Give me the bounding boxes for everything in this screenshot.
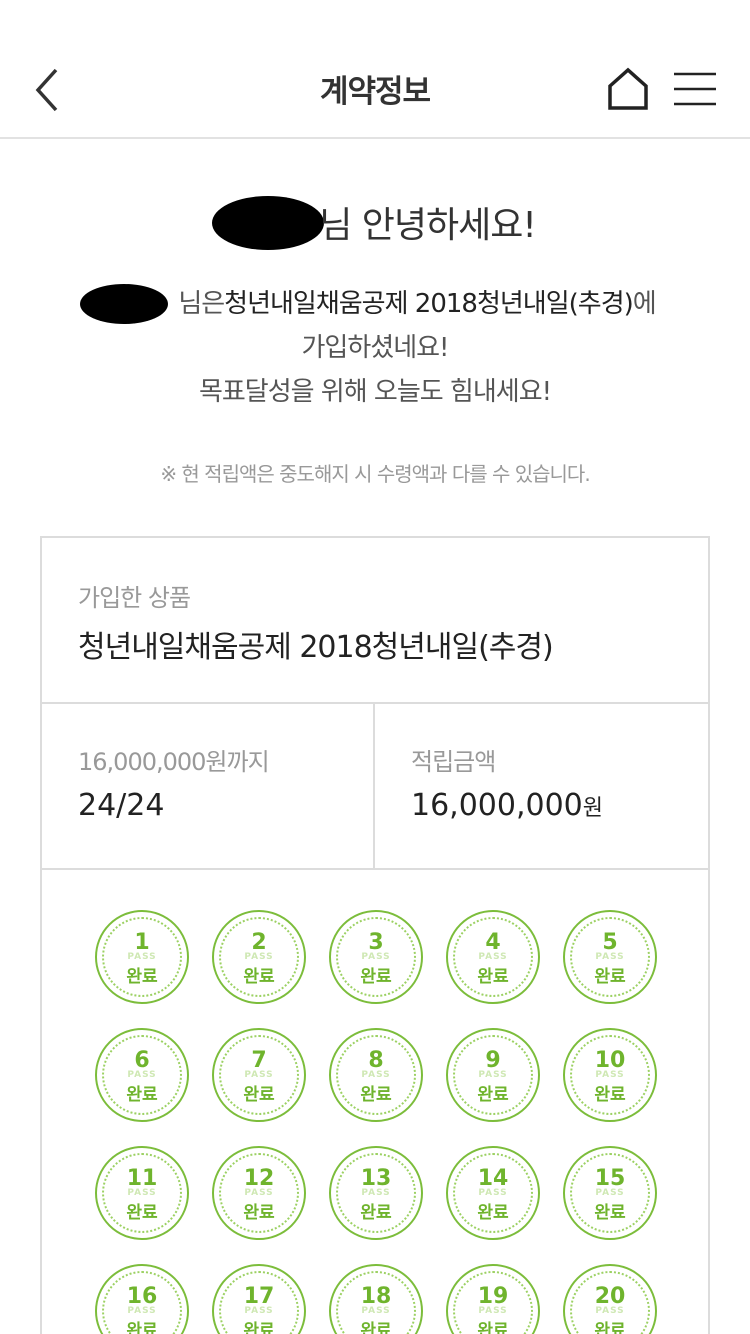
stats-section: 16,000,000원까지 24/24 적립금액 16,000,000원 xyxy=(42,704,708,870)
payment-stamp: 12 PASS 완료 xyxy=(212,1146,306,1240)
payment-stamp: 13 PASS 완료 xyxy=(329,1146,423,1240)
stamp-watermark: PASS xyxy=(478,1070,508,1080)
saved-amount-cell: 적립금액 16,000,000원 xyxy=(375,704,708,868)
intro-line1-prefix: 님은 xyxy=(178,289,225,319)
stamp-status: 완료 xyxy=(477,1321,509,1334)
stamp-status: 완료 xyxy=(594,1203,626,1223)
saved-amount-value: 16,000,000원 xyxy=(411,788,603,823)
payment-stamp: 1 PASS 완료 xyxy=(95,910,189,1004)
payment-stamp: 7 PASS 완료 xyxy=(212,1028,306,1122)
stamp-status: 완료 xyxy=(126,967,158,987)
payment-progress-value: 24/24 xyxy=(78,788,165,823)
hamburger-menu-icon xyxy=(674,72,716,106)
payment-stamps-grid: 1 PASS 완료 2 PASS 완료 3 PASS 완료 4 PASS 완료 5 PASS 완료 6 PASS… xyxy=(42,870,708,1334)
stamp-watermark: PASS xyxy=(127,1306,157,1316)
stamp-watermark: PASS xyxy=(361,1070,391,1080)
stamp-status: 완료 xyxy=(243,967,275,987)
stamp-status: 완료 xyxy=(126,1203,158,1223)
stamp-status: 완료 xyxy=(243,1203,275,1223)
menu-button[interactable] xyxy=(672,70,718,110)
intro-line1-suffix: 에 xyxy=(632,289,657,319)
intro-line3: 목표달성을 위해 오늘도 힘내세요! xyxy=(198,377,552,407)
stamp-status: 완료 xyxy=(243,1321,275,1334)
stamp-watermark: PASS xyxy=(244,1188,274,1198)
payment-stamp: 2 PASS 완료 xyxy=(212,910,306,1004)
stamp-watermark: PASS xyxy=(127,1188,157,1198)
stamp-status: 완료 xyxy=(477,1085,509,1105)
stamp-status: 완료 xyxy=(126,1321,158,1334)
payment-progress-cell: 16,000,000원까지 24/24 xyxy=(42,704,375,868)
payment-stamp: 4 PASS 완료 xyxy=(446,910,540,1004)
payment-stamp: 8 PASS 완료 xyxy=(329,1028,423,1122)
intro-line2: 가입하셨네요! xyxy=(301,333,450,363)
target-amount-label: 16,000,000원까지 xyxy=(78,748,270,776)
header-bar: 계약정보 xyxy=(0,0,750,139)
greeting-heading: 님 안녕하세요! xyxy=(0,196,750,248)
payment-stamp: 5 PASS 완료 xyxy=(563,910,657,1004)
stamp-watermark: PASS xyxy=(595,1070,625,1080)
stamp-status: 완료 xyxy=(594,1085,626,1105)
payment-stamp: 11 PASS 완료 xyxy=(95,1146,189,1240)
stamp-watermark: PASS xyxy=(244,1306,274,1316)
stamp-watermark: PASS xyxy=(244,1070,274,1080)
stamp-status: 완료 xyxy=(594,1321,626,1334)
stamp-status: 완료 xyxy=(360,1203,392,1223)
home-button[interactable] xyxy=(606,66,650,112)
payment-stamp: 16 PASS 완료 xyxy=(95,1264,189,1334)
payment-stamp: 10 PASS 완료 xyxy=(563,1028,657,1122)
product-section: 가입한 상품 청년내일채움공제 2018청년내일(추경) xyxy=(42,538,708,704)
payment-stamp: 18 PASS 완료 xyxy=(329,1264,423,1334)
payment-stamp: 9 PASS 완료 xyxy=(446,1028,540,1122)
stamp-status: 완료 xyxy=(594,967,626,987)
stamp-status: 완료 xyxy=(477,967,509,987)
stamp-watermark: PASS xyxy=(595,1306,625,1316)
stamp-status: 완료 xyxy=(243,1085,275,1105)
stamp-watermark: PASS xyxy=(595,952,625,962)
stamp-watermark: PASS xyxy=(361,1306,391,1316)
product-label: 가입한 상품 xyxy=(78,584,191,612)
intro-product-name: 청년내일채움공제 2018청년내일(추경) xyxy=(224,289,634,319)
stamp-watermark: PASS xyxy=(361,952,391,962)
stamp-watermark: PASS xyxy=(244,952,274,962)
savings-notice: ※ 현 적립액은 중도해지 시 수령액과 다를 수 있습니다. xyxy=(160,462,590,486)
stamp-status: 완료 xyxy=(477,1203,509,1223)
payment-stamp: 6 PASS 완료 xyxy=(95,1028,189,1122)
stamp-watermark: PASS xyxy=(478,1188,508,1198)
saved-amount-number: 16,000,000 xyxy=(411,788,583,823)
stamp-status: 완료 xyxy=(126,1085,158,1105)
stamp-status: 완료 xyxy=(360,1321,392,1334)
greeting-text: 님 안녕하세요! xyxy=(319,205,537,246)
payment-stamp: 14 PASS 완료 xyxy=(446,1146,540,1240)
product-name: 청년내일채움공제 2018청년내일(추경) xyxy=(78,630,554,665)
saved-amount-unit: 원 xyxy=(582,796,604,821)
stamp-watermark: PASS xyxy=(127,952,157,962)
payment-stamp: 15 PASS 완료 xyxy=(563,1146,657,1240)
intro-message: 님은 청년내일채움공제 2018청년내일(추경)에 가입하셨네요! 목표달성을 … xyxy=(0,282,750,414)
stamp-status: 완료 xyxy=(360,1085,392,1105)
home-icon xyxy=(608,67,648,110)
contract-card: 가입한 상품 청년내일채움공제 2018청년내일(추경) 16,000,000원… xyxy=(40,536,710,1334)
payment-stamp: 3 PASS 완료 xyxy=(329,910,423,1004)
payment-stamp: 19 PASS 완료 xyxy=(446,1264,540,1334)
stamp-watermark: PASS xyxy=(361,1188,391,1198)
saved-amount-label: 적립금액 xyxy=(411,748,496,776)
stamp-watermark: PASS xyxy=(478,952,508,962)
stamp-status: 완료 xyxy=(360,967,392,987)
stamp-watermark: PASS xyxy=(127,1070,157,1080)
stamp-watermark: PASS xyxy=(478,1306,508,1316)
stamp-watermark: PASS xyxy=(595,1188,625,1198)
payment-stamp: 17 PASS 완료 xyxy=(212,1264,306,1334)
payment-stamp: 20 PASS 완료 xyxy=(563,1264,657,1334)
